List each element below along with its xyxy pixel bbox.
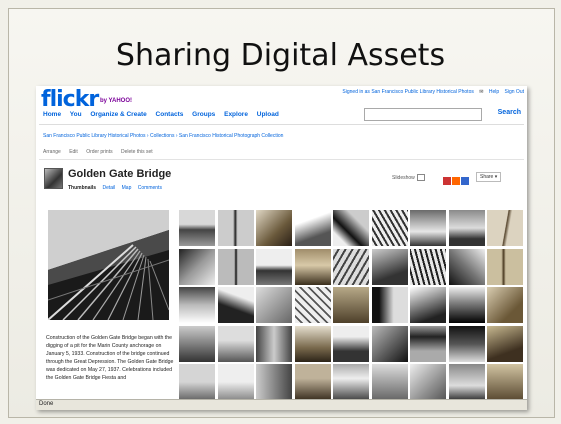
set-title: Golden Gate Bridge [68,168,172,180]
photo-thumbnail[interactable] [179,325,215,362]
nav-home[interactable]: Home [43,111,61,118]
main-nav: Home You Organize & Create Contacts Grou… [43,111,286,118]
status-text: Done [39,401,54,407]
photo-thumbnail[interactable] [487,210,523,246]
photo-thumbnail[interactable] [371,248,408,285]
tab-map[interactable]: Map [122,185,132,191]
photo-thumbnail[interactable] [410,248,446,285]
breadcrumb[interactable]: San Francisco Public Library Historical … [43,133,283,139]
photo-thumbnail[interactable] [487,364,523,400]
photo-thumbnail[interactable] [448,287,485,323]
photo-thumbnail[interactable] [217,287,254,323]
photo-thumbnail[interactable] [294,364,331,400]
view-tabs: Thumbnails Detail Map Comments [68,185,167,191]
account-links: Signed in as San Francisco Public Librar… [338,89,524,95]
thumbnail-grid [179,210,525,400]
share-dropdown[interactable]: Share ▾ [476,172,502,182]
nav-organize[interactable]: Organize & Create [90,111,146,118]
flickr-logo[interactable]: flickr [41,87,99,112]
sign-out-link[interactable]: Sign Out [505,89,524,95]
help-link[interactable]: Help [489,89,499,95]
edit-button[interactable]: Edit [69,149,78,155]
photo-thumbnail[interactable] [448,248,485,285]
photo-thumbnail[interactable] [217,364,254,400]
nav-groups[interactable]: Groups [192,111,215,118]
tab-thumbnails[interactable]: Thumbnails [68,185,96,191]
photo-thumbnail[interactable] [448,325,485,362]
photo-thumbnail[interactable] [371,210,408,246]
photo-thumbnail[interactable] [410,325,446,362]
share-icons [443,172,470,185]
featured-photo[interactable] [48,210,169,320]
photo-thumbnail[interactable] [256,287,292,323]
signed-in-user[interactable]: Signed in as San Francisco Public Librar… [342,89,473,95]
photo-thumbnail[interactable] [179,287,215,323]
photo-thumbnail[interactable] [256,364,292,400]
photo-thumbnail[interactable] [333,325,369,362]
photo-thumbnail[interactable] [333,364,369,400]
photo-thumbnail[interactable] [217,248,254,285]
photo-thumbnail[interactable] [487,248,523,285]
set-description: Construction of the Golden Gate Bridge b… [46,335,174,381]
photo-thumbnail[interactable] [410,287,446,323]
photo-thumbnail[interactable] [371,364,408,400]
photo-thumbnail[interactable] [217,210,254,246]
nav-contacts[interactable]: Contacts [156,111,184,118]
status-bar: Done [36,399,527,410]
slide-title: Sharing Digital Assets [115,38,446,73]
photo-thumbnail[interactable] [294,325,331,362]
nav-upload[interactable]: Upload [257,111,279,118]
yahoo-tag: by YAHOO! [100,98,133,104]
photo-thumbnail[interactable] [294,287,331,323]
photo-thumbnail[interactable] [256,210,292,246]
photo-thumbnail[interactable] [179,248,215,285]
photo-thumbnail[interactable] [487,287,523,323]
photo-thumbnail[interactable] [410,364,446,400]
nav-explore[interactable]: Explore [224,111,248,118]
photo-thumbnail[interactable] [410,210,446,246]
photo-thumbnail[interactable] [371,287,408,323]
photo-thumbnail[interactable] [294,248,331,285]
arrange-button[interactable]: Arrange [43,149,61,155]
photo-thumbnail[interactable] [256,248,292,285]
photo-thumbnail[interactable] [333,287,369,323]
photo-thumbnail[interactable] [256,325,292,362]
photo-thumbnail[interactable] [448,210,485,246]
divider [39,124,524,125]
slideshow-button[interactable]: Slideshow [392,174,425,181]
flickr-screenshot: flickr by YAHOO! Signed in as San Franci… [36,86,527,410]
feed-icon[interactable] [452,176,460,185]
photo-thumbnail[interactable] [333,248,369,285]
search-button[interactable]: Search [498,109,521,116]
email-icon[interactable] [461,176,469,185]
search-input[interactable] [364,108,482,121]
order-prints-button[interactable]: Order prints [86,149,112,155]
set-toolbar: Arrange Edit Order prints Delete this se… [43,149,160,155]
blog-icon[interactable] [443,176,451,185]
photo-thumbnail[interactable] [294,210,331,246]
tab-detail[interactable]: Detail [102,185,115,191]
tab-comments[interactable]: Comments [138,185,162,191]
divider [39,159,524,160]
slideshow-icon [416,174,425,181]
photo-thumbnail[interactable] [217,325,254,362]
photo-thumbnail[interactable] [448,364,485,400]
photo-thumbnail[interactable] [333,210,369,246]
mail-icon[interactable]: ✉ [479,89,483,95]
slideshow-label: Slideshow [392,174,415,181]
photo-thumbnail[interactable] [179,210,215,246]
avatar[interactable] [44,168,63,189]
photo-thumbnail[interactable] [179,364,215,400]
photo-thumbnail[interactable] [487,325,523,362]
logo-text: flickr [41,87,99,112]
nav-you[interactable]: You [70,111,82,118]
photo-thumbnail[interactable] [371,325,408,362]
presentation-slide: Sharing Digital Assets flickr by YAHOO! … [0,0,561,424]
delete-set-button[interactable]: Delete this set [121,149,153,155]
